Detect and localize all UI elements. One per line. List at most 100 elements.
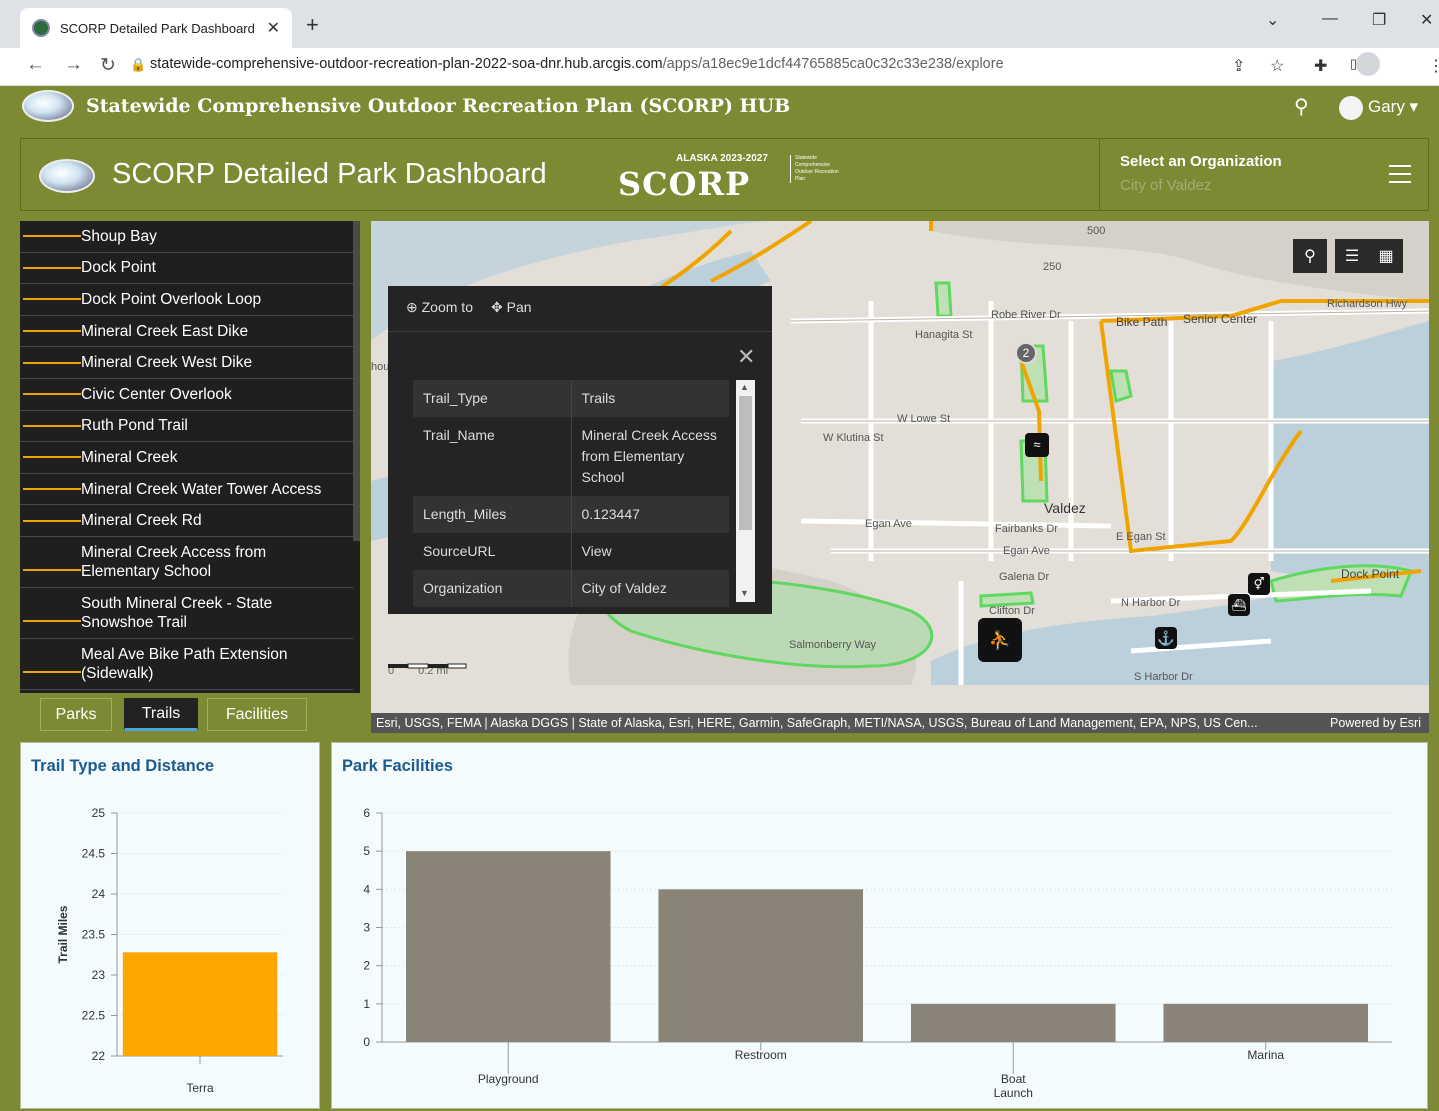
trail-list-item[interactable]: Mineral Creek — [20, 442, 353, 474]
x-tick-label: Boat Launch — [994, 1072, 1033, 1100]
trail-list: Shoup Bay Dock Point Dock Point Overlook L… — [20, 221, 360, 693]
search-icon[interactable]: ⚲ — [1294, 94, 1309, 119]
feature-popup: ⊕ Zoom to ✥ Pan ✕ Trail_Type Trails Trail_… — [388, 286, 772, 614]
new-tab-icon[interactable]: + — [306, 12, 319, 38]
playground-icon[interactable]: ⛹ — [978, 618, 1022, 662]
state-parks-logo[interactable] — [22, 90, 74, 122]
popup-scrollbar[interactable]: ▲ ▼ — [736, 380, 755, 602]
bookmark-star-icon[interactable]: ☆ — [1270, 56, 1284, 76]
qr-code-icon[interactable]: ▦ — [1369, 239, 1403, 273]
tab-trails[interactable]: Trails — [124, 698, 198, 731]
tab-parks[interactable]: Parks — [40, 698, 112, 731]
tab-title: SCORP Detailed Park Dashboard — [60, 20, 255, 36]
popup-field-value: Mineral Creek Access from Elementary Sch… — [581, 427, 717, 485]
scale-bar: 0 0.2 mi — [388, 661, 467, 677]
trail-list-item[interactable]: Mineral Creek Rd — [20, 505, 353, 537]
trail-line-icon — [23, 266, 81, 269]
y-tick-label: 24.5 — [82, 847, 106, 861]
scroll-down-icon[interactable]: ▼ — [740, 588, 749, 598]
swimming-icon[interactable]: ≈ — [1025, 433, 1049, 457]
popup-row: Trail_Name Mineral Creek Access from Elem… — [413, 417, 729, 496]
trail-name: Mineral Creek — [81, 448, 178, 466]
state-parks-logo — [39, 159, 95, 193]
popup-scroll-thumb[interactable] — [739, 396, 752, 530]
close-window-icon[interactable]: ✕ — [1420, 10, 1433, 30]
x-tick-label: Playground — [478, 1072, 539, 1086]
map-label: Richardson Hwy — [1327, 298, 1408, 310]
profile-avatar[interactable] — [1356, 52, 1380, 76]
hamburger-menu-icon[interactable] — [1389, 165, 1411, 183]
zoom-to-action[interactable]: ⊕ Zoom to — [406, 299, 473, 316]
restore-icon[interactable]: ❐ — [1372, 10, 1386, 30]
bar — [122, 952, 278, 1056]
map-label: N Harbor Dr — [1121, 597, 1181, 609]
organization-selector[interactable]: Select an Organization City of Valdez — [1099, 139, 1429, 210]
y-axis-label: Trail Miles — [56, 905, 70, 963]
trail-list-item[interactable]: Ruth Pond Trail — [20, 411, 353, 443]
url-field[interactable]: statewide-comprehensive-outdoor-recreati… — [150, 56, 1004, 72]
y-tick-label: 1 — [363, 997, 370, 1011]
y-tick-label: 23.5 — [82, 928, 106, 942]
extensions-icon[interactable]: ✚ — [1314, 56, 1327, 76]
browser-tab[interactable]: SCORP Detailed Park Dashboard ✕ — [20, 8, 292, 48]
tab-facilities[interactable]: Facilities — [207, 698, 307, 731]
map-label: 500 — [1087, 225, 1106, 237]
badge-top-text: ALASKA 2023-2027 — [676, 153, 768, 164]
menu-dots-icon[interactable]: ⋮ — [1428, 56, 1439, 76]
site-favicon-icon — [32, 19, 50, 37]
trail-list-item[interactable]: Mineral Creek East Dike — [20, 316, 353, 348]
popup-field-name: SourceURL — [413, 533, 572, 570]
share-icon[interactable]: ⇪ — [1232, 56, 1245, 76]
scroll-up-icon[interactable]: ▲ — [740, 382, 749, 392]
powered-by-esri[interactable]: Powered by Esri — [1330, 713, 1421, 733]
pan-action[interactable]: ✥ Pan — [491, 299, 532, 316]
minimize-icon[interactable]: — — [1322, 10, 1338, 28]
trail-name: Dock Point — [81, 259, 156, 277]
restroom-icon[interactable]: ⚥ — [1248, 573, 1270, 595]
user-avatar[interactable] — [1339, 96, 1363, 120]
tab-search-icon[interactable]: ⌄ — [1266, 10, 1279, 30]
trail-line-icon — [23, 361, 81, 364]
reload-icon[interactable]: ↻ — [100, 54, 116, 77]
y-tick-label: 0 — [363, 1035, 370, 1049]
lock-icon: 🔒 — [130, 57, 147, 72]
trail-list-item[interactable]: Dock Point Overlook Loop — [20, 284, 353, 316]
y-tick-label: 23 — [92, 968, 106, 982]
legend-list-icon[interactable]: ☰ — [1335, 239, 1369, 273]
back-icon[interactable]: ← — [26, 54, 45, 76]
trail-list-item[interactable]: Mineral Creek Water Tower Access — [20, 474, 353, 506]
map-search-icon[interactable]: ⚲ — [1293, 239, 1327, 273]
trail-list-item[interactable]: Dock Point — [20, 253, 353, 285]
map-attribution: Esri, USGS, FEMA | Alaska DGGS | State o… — [371, 713, 1429, 733]
close-icon[interactable]: ✕ — [737, 344, 755, 370]
trail-name: Dock Point Overlook Loop — [81, 290, 262, 308]
map-label: Bike Path — [1116, 315, 1168, 329]
y-tick-label: 22 — [92, 1049, 106, 1063]
cluster-marker[interactable]: 2 — [1015, 342, 1037, 364]
trail-list-items: Shoup Bay Dock Point Dock Point Overlook L… — [20, 221, 360, 690]
trail-list-item[interactable]: Meal Ave Bike Path Extension (Sidewalk) — [20, 639, 353, 690]
trail-list-item[interactable]: Civic Center Overlook — [20, 379, 353, 411]
list-scrollbar[interactable] — [353, 221, 360, 541]
popup-attribute-table: Trail_Type Trails Trail_Name Mineral Creek … — [413, 380, 729, 607]
forward-icon[interactable]: → — [64, 54, 83, 76]
dashboard-title: SCORP Detailed Park Dashboard — [112, 158, 547, 190]
source-url-link[interactable]: View — [571, 533, 729, 570]
trail-list-item[interactable]: South Mineral Creek - State Snowshoe Tra… — [20, 588, 353, 639]
close-tab-icon[interactable]: ✕ — [267, 18, 280, 38]
map-label: Robe River Dr — [991, 309, 1061, 321]
popup-actions: ⊕ Zoom to ✥ Pan — [406, 299, 532, 316]
scorp-badge: ALASKA 2023-2027 SCORP Statewide Compreh… — [618, 151, 848, 203]
hub-title[interactable]: Statewide Comprehensive Outdoor Recreati… — [86, 95, 790, 117]
facilities-chart: 0 1 2 3 4 5 6 Playground Restroom Boat Launch Marin… — [363, 806, 1392, 1100]
trail-list-item[interactable]: Mineral Creek Access from Elementary Sch… — [20, 537, 353, 588]
boat-launch-icon[interactable]: ⛴ — [1228, 594, 1250, 616]
anchor-icon[interactable]: ⚓ — [1155, 627, 1177, 649]
trail-list-item[interactable]: Mineral Creek West Dike — [20, 347, 353, 379]
pan-icon: ✥ — [490, 299, 503, 315]
trail-list-item[interactable]: Shoup Bay — [20, 221, 353, 253]
x-tick-label: Restroom — [735, 1048, 787, 1062]
user-menu[interactable]: Gary ▾ — [1368, 97, 1418, 117]
map-label: Egan Ave — [865, 518, 912, 530]
scale-bar-graphic — [388, 663, 467, 669]
